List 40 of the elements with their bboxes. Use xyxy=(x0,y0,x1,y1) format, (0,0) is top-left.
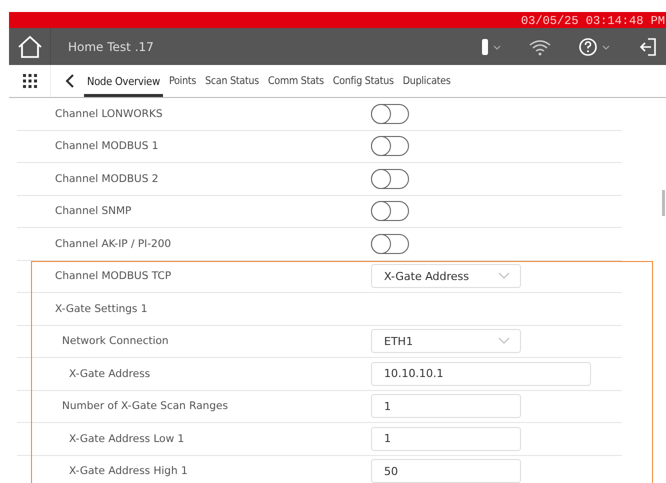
input-field[interactable]: 50 xyxy=(371,459,521,483)
wifi-icon[interactable] xyxy=(528,38,552,56)
toggle-switch[interactable] xyxy=(371,234,409,254)
app-grid-icon[interactable] xyxy=(22,74,36,88)
home-icon[interactable] xyxy=(16,34,42,58)
toggle-switch[interactable] xyxy=(371,168,409,189)
setting-label: Channel MODBUS 2 xyxy=(55,172,160,185)
input-field[interactable]: 1 xyxy=(371,426,521,451)
tab[interactable]: Scan Status xyxy=(202,65,262,97)
setting-label: Network Connection xyxy=(61,335,170,348)
tab[interactable]: Config Status xyxy=(330,65,397,97)
setting-label: Channel LONWORKS xyxy=(55,108,164,120)
logout-icon[interactable] xyxy=(638,36,658,56)
setting-label: Channel MODBUS TCP xyxy=(55,270,172,282)
help-icon[interactable] xyxy=(578,36,612,56)
setting-label: Channel MODBUS 1 xyxy=(55,140,160,152)
tab[interactable]: Duplicates xyxy=(400,65,454,97)
tab[interactable]: Comm Stats xyxy=(264,65,327,97)
back-icon[interactable] xyxy=(65,74,75,88)
setting-label: X-Gate Address xyxy=(68,368,152,380)
usb-drive-icon[interactable] xyxy=(480,38,502,56)
setting-label: X-Gate Address High 1 xyxy=(68,465,189,478)
toggle-switch[interactable] xyxy=(371,201,409,222)
setting-label: X-Gate Settings 1 xyxy=(55,302,148,315)
date-time: 03/05/25 03:14:48 PM xyxy=(520,14,665,28)
setting-label: Channel SNMP xyxy=(55,205,132,218)
chevron-down-icon xyxy=(498,337,510,346)
tab[interactable]: Node Overview xyxy=(84,65,163,97)
dropdown[interactable]: X-Gate Address xyxy=(371,264,521,288)
input-field[interactable]: 10.10.10.1 xyxy=(371,362,591,386)
setting-label: Channel AK-IP / PI-200 xyxy=(55,238,172,250)
toggle-switch[interactable] xyxy=(371,136,409,156)
toggle-switch[interactable] xyxy=(371,104,409,124)
header-title: Home Test .17 xyxy=(68,40,155,54)
input-field[interactable]: 1 xyxy=(371,394,521,418)
tab[interactable]: Points xyxy=(166,65,200,97)
setting-label: Number of X-Gate Scan Ranges xyxy=(61,400,229,412)
chevron-down-icon xyxy=(498,272,510,280)
setting-label: X-Gate Address Low 1 xyxy=(68,432,186,445)
dropdown[interactable]: ETH1 xyxy=(371,329,521,354)
